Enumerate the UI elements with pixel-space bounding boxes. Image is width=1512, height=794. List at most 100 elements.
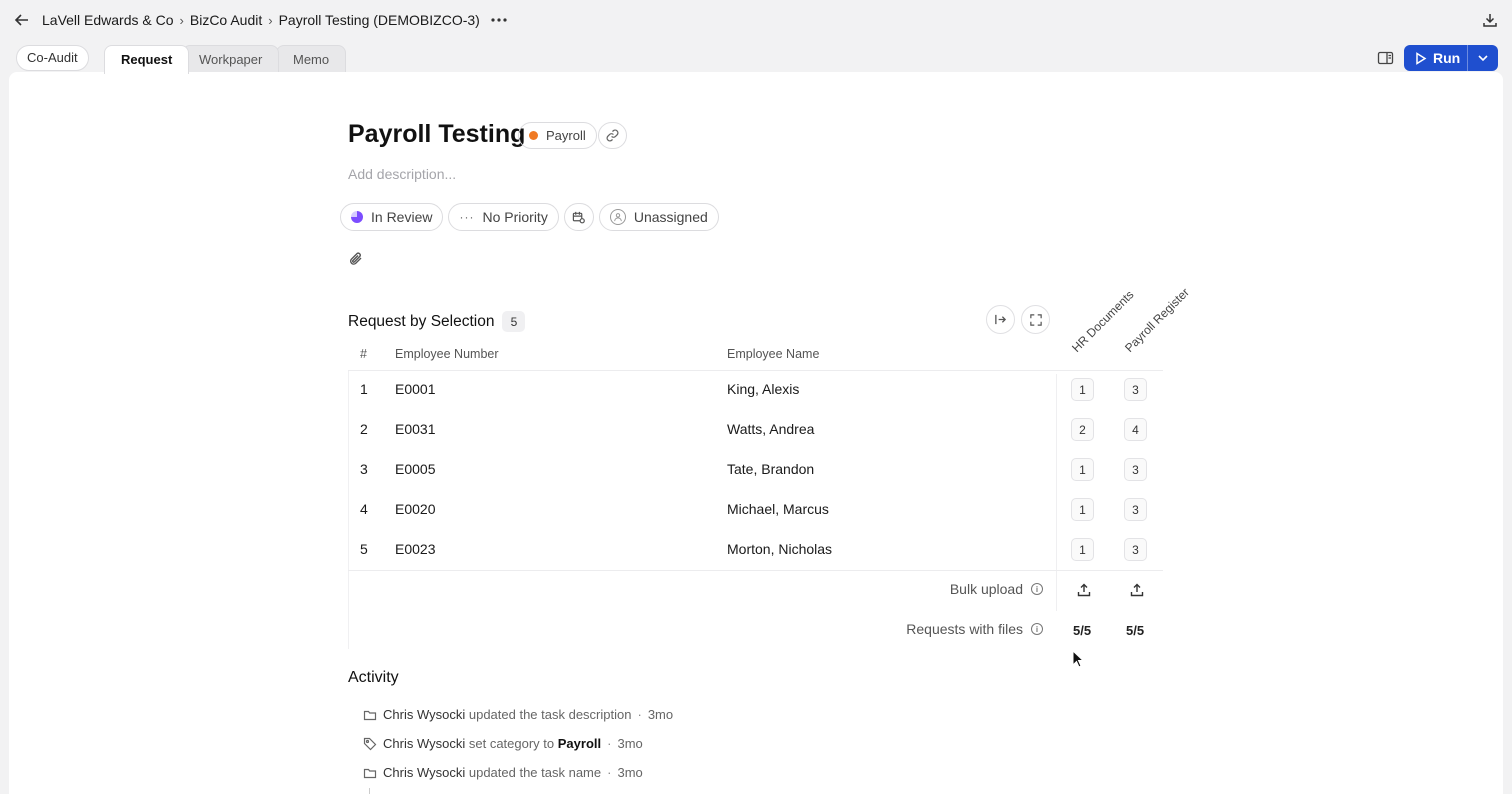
employee-name: Michael, Marcus (727, 501, 829, 517)
employee-number: E0023 (395, 541, 436, 557)
selection-count-badge: 5 (502, 311, 526, 332)
payroll-register-ratio: 5/5 (1126, 623, 1145, 638)
row-index: 3 (360, 461, 368, 477)
hr-documents-count[interactable]: 1 (1071, 538, 1094, 561)
selection-title: Request by Selection (348, 312, 495, 330)
link-icon (606, 129, 619, 142)
more-options-icon[interactable] (490, 12, 508, 28)
activity-item: Chris Wysocki updated the task name · 3mo (363, 765, 643, 780)
download-icon[interactable] (1482, 12, 1498, 28)
row-index: 4 (360, 501, 368, 517)
column-header-employee-name[interactable]: Employee Name (727, 347, 819, 361)
priority-button[interactable]: ··· No Priority (448, 203, 559, 231)
activity-category: Payroll (557, 736, 602, 751)
assignee-button[interactable]: Unassigned (598, 203, 719, 231)
tab-workpaper[interactable]: Workpaper (182, 45, 280, 74)
chevron-down-icon (1478, 55, 1488, 62)
tab-request[interactable]: Request (104, 45, 190, 74)
no-priority-icon: ··· (459, 210, 475, 224)
info-icon[interactable]: i (1031, 583, 1043, 595)
dot-separator: · (607, 765, 612, 780)
run-label: Run (1433, 50, 1461, 66)
activity-action: set category to (468, 736, 555, 751)
side-panel-icon[interactable] (1377, 50, 1394, 66)
employee-number: E0001 (395, 381, 436, 397)
tab-memo[interactable]: Memo (276, 45, 347, 74)
category-label: Payroll (546, 128, 586, 143)
activity-time: 3mo (617, 736, 643, 751)
run-dropdown-button[interactable] (1468, 52, 1498, 64)
employee-number: E0020 (395, 501, 436, 517)
fullscreen-icon (1029, 313, 1042, 326)
payroll-register-count[interactable]: 3 (1124, 538, 1147, 561)
chevron-right-icon: › (268, 12, 273, 28)
hr-documents-ratio: 5/5 (1073, 623, 1092, 638)
page-title[interactable]: Payroll Testing (348, 120, 525, 149)
avatar-placeholder-icon (609, 209, 626, 225)
table-row[interactable]: 2 E0031 Watts, Andrea 2 4 (348, 410, 1163, 450)
hr-documents-count[interactable]: 2 (1071, 418, 1094, 441)
arrow-to-right-icon (995, 314, 1007, 325)
requests-with-files-text: Requests with files (906, 621, 1023, 637)
table-row[interactable]: 4 E0020 Michael, Marcus 1 3 (348, 490, 1163, 530)
co-audit-button[interactable]: Co-Audit (16, 45, 89, 71)
payroll-register-count[interactable]: 4 (1124, 418, 1147, 441)
dot-separator: · (637, 707, 642, 722)
activity-user[interactable]: Chris Wysocki (383, 736, 465, 751)
breadcrumb-firm[interactable]: LaVell Edwards & Co (42, 12, 174, 28)
mouse-cursor-icon (1072, 650, 1084, 668)
info-icon[interactable]: i (1031, 623, 1043, 635)
row-index: 5 (360, 541, 368, 557)
column-header-employee-number[interactable]: Employee Number (395, 347, 499, 361)
activity-user[interactable]: Chris Wysocki (383, 707, 465, 722)
folder-icon (363, 768, 377, 778)
category-badge[interactable]: Payroll (518, 122, 597, 149)
employee-number: E0005 (395, 461, 436, 477)
due-date-button[interactable] (563, 203, 594, 231)
breadcrumb-task[interactable]: Payroll Testing (DEMOBIZCO-3) (279, 12, 480, 28)
employee-name: Watts, Andrea (727, 421, 815, 437)
copy-link-button[interactable] (598, 122, 627, 149)
payroll-register-count[interactable]: 3 (1124, 498, 1147, 521)
run-button[interactable]: Run (1404, 45, 1498, 71)
activity-timeline-line (369, 788, 370, 794)
payroll-register-count[interactable]: 3 (1124, 378, 1147, 401)
status-button[interactable]: In Review (340, 203, 444, 231)
employee-name: King, Alexis (727, 381, 800, 397)
expand-side-button[interactable] (986, 305, 1015, 334)
dot-separator: · (607, 736, 612, 751)
row-index: 1 (360, 381, 368, 397)
hr-documents-count[interactable]: 1 (1071, 378, 1094, 401)
activity-user[interactable]: Chris Wysocki (383, 765, 465, 780)
upload-hr-documents-icon[interactable] (1077, 583, 1091, 597)
table-row[interactable]: 1 E0001 King, Alexis 1 3 (348, 370, 1163, 410)
table-row[interactable]: 5 E0023 Morton, Nicholas 1 3 (348, 530, 1163, 570)
requests-with-files-label: Requests with files i (906, 621, 1043, 637)
task-properties: In Review ··· No Priority Unassigned (340, 203, 719, 231)
activity-action: updated the task name (468, 765, 602, 780)
top-bar: LaVell Edwards & Co › BizCo Audit › Payr… (0, 0, 1512, 40)
table-row[interactable]: 3 E0005 Tate, Brandon 1 3 (348, 450, 1163, 490)
hr-documents-count[interactable]: 1 (1071, 498, 1094, 521)
fullscreen-button[interactable] (1021, 305, 1050, 334)
upload-payroll-register-icon[interactable] (1130, 583, 1144, 597)
status-label: In Review (371, 209, 433, 225)
folder-icon (363, 710, 377, 720)
back-arrow-icon[interactable] (14, 12, 30, 28)
in-review-status-icon (351, 211, 363, 223)
table-footer-divider (348, 570, 1163, 571)
hr-documents-count[interactable]: 1 (1071, 458, 1094, 481)
bulk-upload-row: Bulk upload i (348, 581, 1043, 601)
calendar-icon (573, 211, 586, 223)
assignee-label: Unassigned (633, 209, 708, 225)
payroll-register-count[interactable]: 3 (1124, 458, 1147, 481)
employee-name: Tate, Brandon (727, 461, 815, 477)
bulk-upload-label: Bulk upload i (950, 581, 1043, 597)
main-panel: Payroll Testing Payroll Add description.… (9, 72, 1503, 794)
description-input[interactable]: Add description... (348, 166, 456, 182)
breadcrumb-engagement[interactable]: BizCo Audit (190, 12, 262, 28)
play-icon (1416, 51, 1427, 65)
priority-label: No Priority (482, 209, 548, 225)
run-main-button[interactable]: Run (1404, 45, 1468, 71)
paperclip-icon[interactable] (348, 250, 364, 268)
